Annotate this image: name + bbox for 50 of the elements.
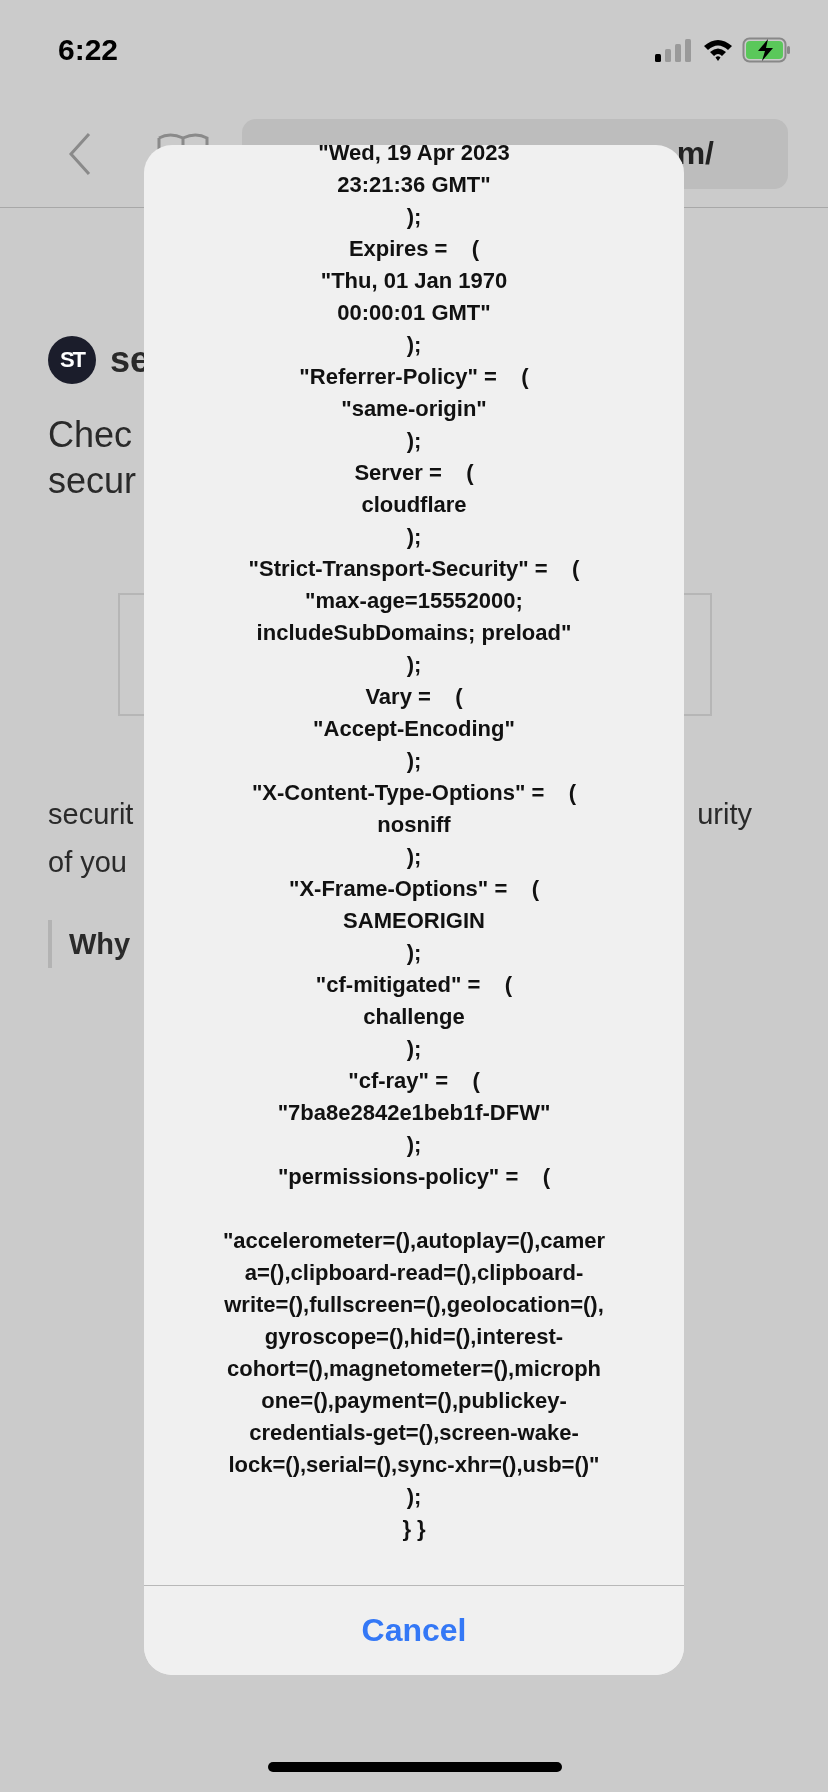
message-line: ); — [406, 203, 422, 231]
message-line: ); — [406, 427, 422, 455]
message-line: lock=(),serial=(),sync-xhr=(),usb=()" — [228, 1451, 600, 1479]
message-line: a=(),clipboard-read=(),clipboard- — [244, 1259, 584, 1287]
heading-text: secur — [48, 459, 137, 503]
message-line: ); — [406, 1131, 422, 1159]
message-line: "7ba8e2842e1beb1f-DFW" — [277, 1099, 551, 1127]
message-line: ); — [406, 747, 422, 775]
message-line: "permissions-policy" = ( — [277, 1163, 551, 1191]
message-line: gyroscope=(),hid=(),interest- — [264, 1323, 564, 1351]
message-line: 23:21:36 GMT" — [337, 171, 491, 199]
status-time: 6:22 — [58, 33, 119, 67]
message-line: "accelerometer=(),autoplay=(),camer — [222, 1227, 606, 1255]
message-line: write=(),fullscreen=(),geolocation=(), — [224, 1291, 604, 1319]
message-line: ); — [406, 651, 422, 679]
message-line: cloudflare — [361, 491, 467, 519]
message-line: 00:00:01 GMT" — [337, 299, 491, 327]
message-line: "Strict-Transport-Security" = ( — [248, 555, 580, 583]
message-line: challenge — [363, 1003, 465, 1031]
message-line: "Referrer-Policy" = ( — [299, 363, 529, 391]
paragraph-text: of you — [48, 845, 127, 880]
message-line: ); — [406, 331, 422, 359]
message-line: Server = ( — [354, 459, 474, 487]
message-line: Vary = ( — [365, 683, 463, 711]
heading-text: Chec — [48, 413, 133, 457]
message-line: "X-Content-Type-Options" = ( — [251, 779, 577, 807]
message-line: "max-age=15552000; — [305, 587, 523, 615]
message-line: "X-Frame-Options" = ( — [288, 875, 540, 903]
message-line: ); — [406, 523, 422, 551]
message-line: "Thu, 01 Jan 1970 — [320, 267, 508, 295]
quote-text: Why — [69, 927, 131, 961]
message-line: ); — [406, 1483, 422, 1511]
message-line: SAMEORIGIN — [343, 907, 485, 935]
message-line: one=(),payment=(),publickey- — [261, 1387, 567, 1415]
message-line: ); — [406, 1035, 422, 1063]
message-line: "Accept-Encoding" — [313, 715, 515, 743]
message-line: cohort=(),magnetometer=(),microph — [226, 1355, 601, 1383]
site-logo: ST — [48, 336, 96, 384]
message-line: includeSubDomains; preload" — [256, 619, 572, 647]
paragraph-text: urity — [697, 797, 752, 832]
message-line: nosniff — [377, 811, 451, 839]
paragraph-text: securit — [48, 797, 134, 832]
message-line: credentials-get=(),screen-wake- — [249, 1419, 579, 1447]
message-line: Expires = ( — [348, 235, 480, 263]
message-line: } } — [402, 1515, 426, 1543]
message-line: "same-origin" — [341, 395, 487, 423]
message-line: ); — [406, 843, 422, 871]
message-line: "cf-mitigated" = ( — [315, 971, 513, 999]
message-line: "cf-ray" = ( — [348, 1067, 480, 1095]
message-line: ); — [406, 939, 422, 967]
